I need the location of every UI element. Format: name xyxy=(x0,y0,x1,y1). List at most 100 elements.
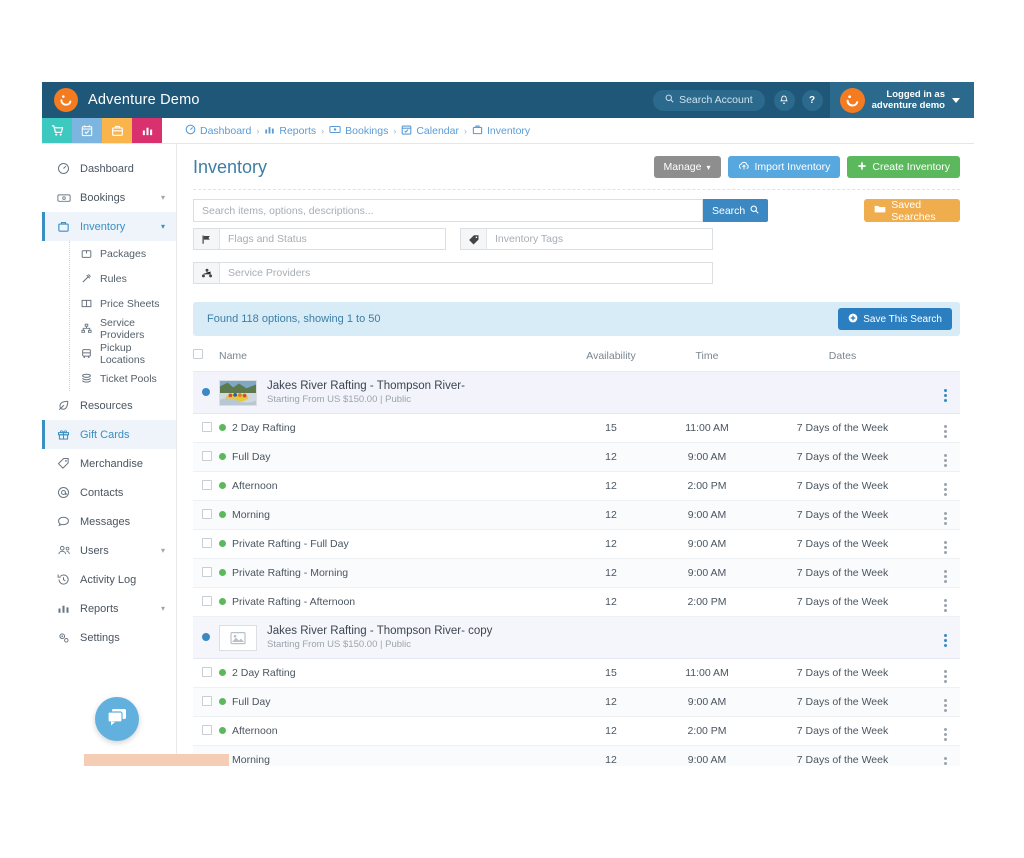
quick-briefcase-icon[interactable] xyxy=(102,118,132,143)
row-checkbox[interactable] xyxy=(202,566,212,577)
row-actions-cell[interactable] xyxy=(930,471,960,501)
search-account-button[interactable]: Search Account xyxy=(653,89,765,111)
kebab-menu-icon[interactable] xyxy=(943,511,947,525)
sidebar-item-packages[interactable]: Packages xyxy=(70,241,176,266)
group-selected-indicator[interactable] xyxy=(202,632,210,641)
create-inventory-button[interactable]: Create Inventory xyxy=(847,156,960,178)
brand-logo-icon[interactable] xyxy=(54,88,78,112)
sidebar-item-settings[interactable]: Settings xyxy=(42,623,176,652)
row-checkbox[interactable] xyxy=(202,724,212,735)
row-select-cell[interactable] xyxy=(193,658,219,688)
row-select-cell[interactable] xyxy=(193,413,219,443)
sidebar-item-bookings[interactable]: Bookings ▾ xyxy=(42,183,176,212)
row-actions-cell[interactable] xyxy=(930,587,960,617)
kebab-menu-icon[interactable] xyxy=(943,598,947,612)
row-actions-cell[interactable] xyxy=(930,413,960,443)
sidebar-item-ticket-pools[interactable]: Ticket Pools xyxy=(70,366,176,391)
search-input[interactable] xyxy=(193,199,703,222)
row-actions-cell[interactable] xyxy=(930,716,960,746)
notifications-bell-button[interactable] xyxy=(773,89,795,111)
sidebar-item-activity-log[interactable]: Activity Log xyxy=(42,565,176,594)
table-row[interactable]: Morning 12 9:00 AM 7 Days of the Week xyxy=(193,500,960,530)
kebab-menu-icon[interactable] xyxy=(943,424,947,438)
table-row[interactable]: 2 Day Rafting 15 11:00 AM 7 Days of the … xyxy=(193,658,960,688)
row-checkbox[interactable] xyxy=(202,595,212,606)
row-select-cell[interactable] xyxy=(193,587,219,617)
row-actions-cell[interactable] xyxy=(930,529,960,559)
group-selected-indicator[interactable] xyxy=(202,387,210,396)
row-checkbox[interactable] xyxy=(202,479,212,490)
table-row[interactable]: Private Rafting - Afternoon 12 2:00 PM 7… xyxy=(193,587,960,617)
row-checkbox[interactable] xyxy=(202,666,212,677)
table-row[interactable]: Afternoon 12 2:00 PM 7 Days of the Week xyxy=(193,471,960,501)
help-button[interactable]: ? xyxy=(801,89,823,111)
kebab-menu-icon[interactable] xyxy=(943,727,947,741)
column-header-dates[interactable]: Dates xyxy=(755,338,930,372)
group-actions-cell[interactable] xyxy=(930,371,960,414)
row-checkbox[interactable] xyxy=(202,421,212,432)
table-row[interactable]: Afternoon 12 2:00 PM 7 Days of the Week xyxy=(193,716,960,746)
sidebar-item-inventory[interactable]: Inventory ▾ xyxy=(42,212,176,241)
kebab-menu-icon[interactable] xyxy=(943,482,947,496)
table-group-row[interactable]: Jakes River Rafting - Thompson River- St… xyxy=(193,371,960,414)
table-row[interactable]: Private Rafting - Morning 12 9:00 AM 7 D… xyxy=(193,558,960,588)
row-select-cell[interactable] xyxy=(193,500,219,530)
quick-bar-chart-icon[interactable] xyxy=(132,118,162,143)
sidebar-item-gift-cards[interactable]: Gift Cards xyxy=(42,420,176,449)
column-header-time[interactable]: Time xyxy=(659,338,755,372)
table-row[interactable]: 2 Day Rafting 15 11:00 AM 7 Days of the … xyxy=(193,413,960,443)
inventory-tags-filter[interactable]: Inventory Tags xyxy=(460,228,713,250)
manage-button[interactable]: Manage ▾ xyxy=(653,156,721,178)
table-row[interactable]: Morning 12 9:00 AM 7 Days of the Week xyxy=(193,745,960,767)
row-actions-cell[interactable] xyxy=(930,558,960,588)
table-row[interactable]: Full Day 12 9:00 AM 7 Days of the Week xyxy=(193,687,960,717)
row-select-cell[interactable] xyxy=(193,529,219,559)
kebab-menu-icon[interactable] xyxy=(943,569,947,583)
row-select-cell[interactable] xyxy=(193,471,219,501)
kebab-menu-icon[interactable] xyxy=(943,634,947,647)
user-account-menu[interactable]: Logged in as adventure demo xyxy=(829,82,974,118)
row-checkbox[interactable] xyxy=(202,450,212,461)
kebab-menu-icon[interactable] xyxy=(943,389,947,402)
search-button[interactable]: Search xyxy=(703,199,769,222)
saved-searches-button[interactable]: Saved Searches xyxy=(864,199,960,223)
group-select-cell[interactable] xyxy=(193,616,219,659)
select-all-checkbox[interactable] xyxy=(193,349,203,359)
row-select-cell[interactable] xyxy=(193,442,219,472)
group-select-cell[interactable] xyxy=(193,371,219,414)
row-actions-cell[interactable] xyxy=(930,658,960,688)
quick-calendar-check-icon[interactable] xyxy=(72,118,102,143)
kebab-menu-icon[interactable] xyxy=(943,669,947,683)
bottom-notification-strip[interactable] xyxy=(84,754,229,766)
sidebar-item-rules[interactable]: Rules xyxy=(70,266,176,291)
save-this-search-button[interactable]: Save This Search xyxy=(838,308,952,330)
table-row[interactable]: Private Rafting - Full Day 12 9:00 AM 7 … xyxy=(193,529,960,559)
breadcrumb-item-inventory[interactable]: Inventory xyxy=(472,124,530,138)
row-actions-cell[interactable] xyxy=(930,745,960,767)
breadcrumb-item-bookings[interactable]: Bookings xyxy=(329,124,388,138)
row-actions-cell[interactable] xyxy=(930,500,960,530)
sidebar-item-service-providers[interactable]: Service Providers xyxy=(70,316,176,341)
kebab-menu-icon[interactable] xyxy=(943,453,947,467)
service-providers-filter[interactable]: Service Providers xyxy=(193,262,713,284)
row-actions-cell[interactable] xyxy=(930,687,960,717)
chat-widget-button[interactable] xyxy=(95,697,139,741)
table-row[interactable]: Full Day 12 9:00 AM 7 Days of the Week xyxy=(193,442,960,472)
sidebar-item-reports[interactable]: Reports ▾ xyxy=(42,594,176,623)
sidebar-item-price-sheets[interactable]: Price Sheets xyxy=(70,291,176,316)
row-checkbox[interactable] xyxy=(202,537,212,548)
row-select-cell[interactable] xyxy=(193,558,219,588)
flags-and-status-filter[interactable]: Flags and Status xyxy=(193,228,446,250)
kebab-menu-icon[interactable] xyxy=(943,756,947,767)
sidebar-item-resources[interactable]: Resources xyxy=(42,391,176,420)
sidebar-item-dashboard[interactable]: Dashboard xyxy=(42,154,176,183)
sidebar-item-pickup-locations[interactable]: Pickup Locations xyxy=(70,341,176,366)
row-actions-cell[interactable] xyxy=(930,442,960,472)
column-header-availability[interactable]: Availability xyxy=(563,338,659,372)
column-header-name[interactable]: Name xyxy=(219,338,563,372)
row-checkbox[interactable] xyxy=(202,508,212,519)
sidebar-item-users[interactable]: Users ▾ xyxy=(42,536,176,565)
row-select-cell[interactable] xyxy=(193,716,219,746)
quick-cart-icon[interactable] xyxy=(42,118,72,143)
sidebar-item-merchandise[interactable]: Merchandise xyxy=(42,449,176,478)
